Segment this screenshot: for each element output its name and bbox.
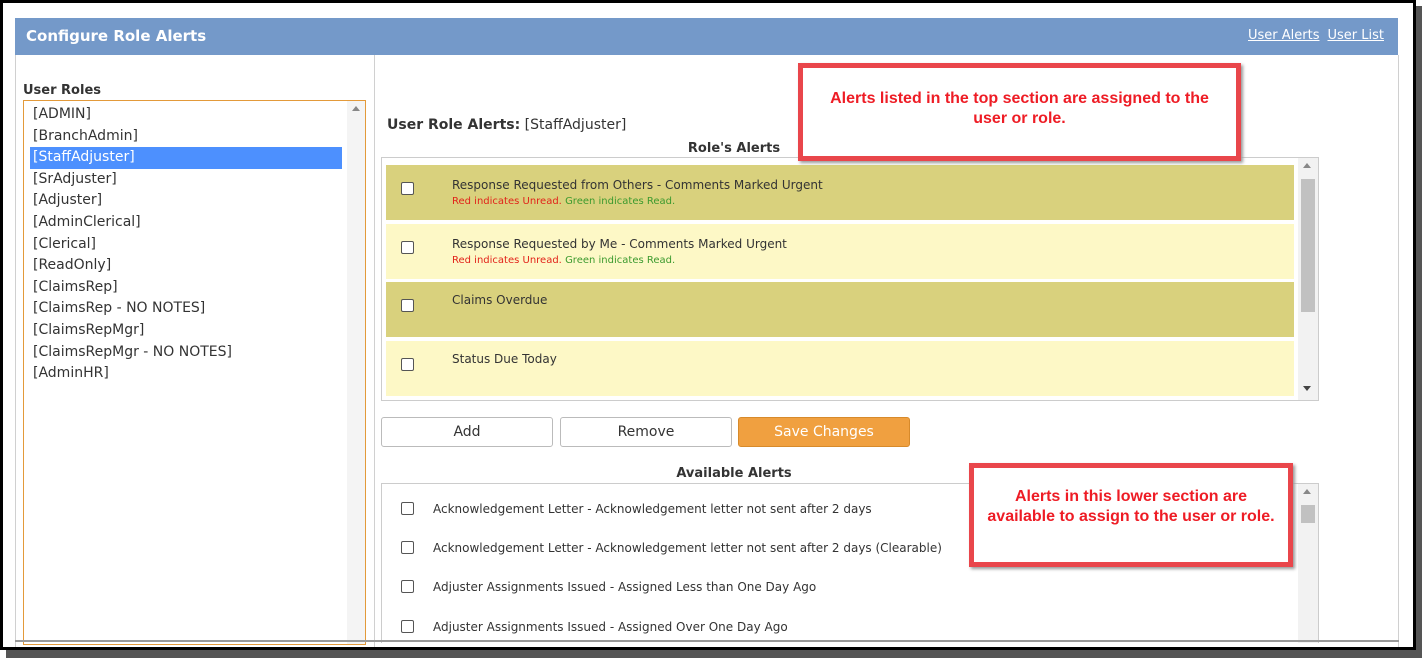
- available-alerts-scrollbar[interactable]: [1298, 484, 1318, 643]
- role-item[interactable]: [AdminHR]: [30, 363, 342, 385]
- user-list-link[interactable]: User List: [1328, 28, 1385, 43]
- alert-name: Acknowledgement Letter - Acknowledgement…: [433, 541, 942, 555]
- role-alert-row[interactable]: Response Requested from Others - Comment…: [386, 165, 1294, 220]
- user-roles-label: User Roles: [23, 83, 101, 98]
- role-item[interactable]: [AdminClerical]: [30, 212, 342, 234]
- read-status-legend: Red indicates Unread. Green indicates Re…: [452, 196, 675, 207]
- role-item[interactable]: [ADMIN]: [30, 104, 342, 126]
- remove-button[interactable]: Remove: [560, 417, 732, 447]
- alert-name: Adjuster Assignments Issued - Assigned L…: [433, 580, 817, 594]
- role-alert-row[interactable]: Response Requested by Me - Comments Mark…: [386, 224, 1294, 279]
- role-alerts-panel: Response Requested from Others - Comment…: [381, 157, 1319, 401]
- role-item[interactable]: [Adjuster]: [30, 190, 342, 212]
- role-item[interactable]: [ClaimsRep - NO NOTES]: [30, 298, 342, 320]
- unread-legend: Red indicates Unread.: [452, 255, 562, 266]
- role-item[interactable]: [ClaimsRepMgr]: [30, 320, 342, 342]
- alert-name: Response Requested by Me - Comments Mark…: [452, 237, 787, 251]
- alert-checkbox[interactable]: [401, 620, 414, 633]
- role-item[interactable]: [BranchAdmin]: [30, 126, 342, 148]
- user-roles-listbox[interactable]: [ADMIN] [BranchAdmin] [StaffAdjuster] [SrAd…: [23, 100, 366, 645]
- alert-checkbox[interactable]: [401, 182, 414, 195]
- alert-checkbox[interactable]: [401, 299, 414, 312]
- bottom-divider: [15, 640, 1399, 642]
- user-role-alerts-heading: User Role Alerts: [StaffAdjuster]: [387, 117, 626, 133]
- read-status-legend: Red indicates Unread. Green indicates Re…: [452, 255, 675, 266]
- save-changes-button[interactable]: Save Changes: [738, 417, 910, 447]
- alert-checkbox[interactable]: [401, 502, 414, 515]
- role-alert-row[interactable]: Status Due Today: [386, 341, 1294, 396]
- scroll-down-icon[interactable]: [1303, 386, 1311, 391]
- alert-name: Claims Overdue: [452, 293, 548, 307]
- available-alert-row[interactable]: Adjuster Assignments Issued - Assigned L…: [382, 580, 1294, 610]
- header-links: User Alerts User List: [1240, 28, 1384, 43]
- scroll-thumb[interactable]: [1301, 179, 1315, 312]
- role-alert-row[interactable]: Claims Overdue: [386, 282, 1294, 337]
- role-item[interactable]: [ClaimsRepMgr - NO NOTES]: [30, 342, 342, 364]
- frame-shadow-right: [1416, 6, 1422, 658]
- role-item[interactable]: [Clerical]: [30, 234, 342, 256]
- role-alerts-scrollbar[interactable]: [1298, 158, 1318, 400]
- screenshot-frame: Configure Role Alerts User Alerts User Li…: [0, 0, 1416, 650]
- page-header: Configure Role Alerts User Alerts User Li…: [15, 18, 1398, 55]
- current-role: [StaffAdjuster]: [524, 117, 627, 133]
- alert-checkbox[interactable]: [401, 241, 414, 254]
- bottom-section-callout: Alerts in this lower section are availab…: [969, 463, 1293, 567]
- scroll-up-icon[interactable]: [1303, 163, 1311, 168]
- page-title: Configure Role Alerts: [26, 27, 207, 45]
- add-button[interactable]: Add: [381, 417, 553, 447]
- available-alerts-title: Available Alerts: [676, 466, 792, 481]
- unread-legend: Red indicates Unread.: [452, 196, 562, 207]
- role-item[interactable]: [ReadOnly]: [30, 255, 342, 277]
- role-item[interactable]: [SrAdjuster]: [30, 169, 342, 191]
- alert-checkbox[interactable]: [401, 580, 414, 593]
- right-border: [1398, 55, 1399, 647]
- read-legend: Green indicates Read.: [565, 255, 676, 266]
- alert-checkbox[interactable]: [401, 358, 414, 371]
- role-item[interactable]: [StaffAdjuster]: [30, 147, 342, 169]
- roles-list: [ADMIN] [BranchAdmin] [StaffAdjuster] [SrAd…: [30, 104, 342, 385]
- scroll-up-icon[interactable]: [352, 106, 360, 111]
- alert-name: Status Due Today: [452, 352, 557, 366]
- frame-shadow-bottom: [6, 650, 1422, 658]
- alert-checkbox[interactable]: [401, 541, 414, 554]
- user-role-alerts-label: User Role Alerts:: [387, 117, 521, 133]
- scroll-up-icon[interactable]: [1303, 489, 1311, 494]
- alert-name: Adjuster Assignments Issued - Assigned O…: [433, 620, 788, 634]
- alert-name: Acknowledgement Letter - Acknowledgement…: [433, 502, 872, 516]
- scroll-thumb[interactable]: [1301, 505, 1315, 523]
- roles-scrollbar[interactable]: [347, 101, 365, 644]
- top-section-callout: Alerts listed in the top section are ass…: [798, 63, 1241, 161]
- alert-name: Response Requested from Others - Comment…: [452, 178, 823, 192]
- role-item[interactable]: [ClaimsRep]: [30, 277, 342, 299]
- user-alerts-link[interactable]: User Alerts: [1248, 28, 1319, 43]
- read-legend: Green indicates Read.: [565, 196, 676, 207]
